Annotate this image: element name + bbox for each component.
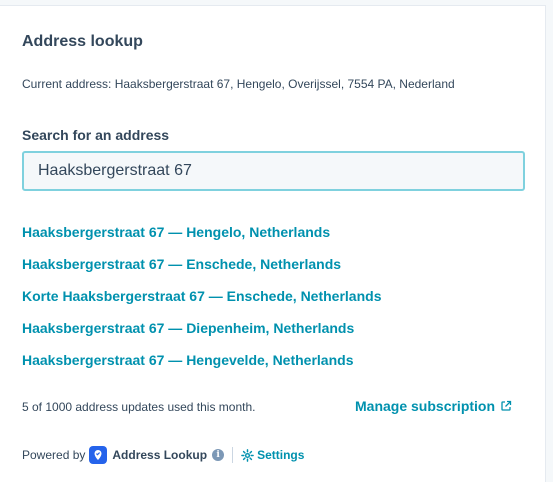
page-title: Address lookup xyxy=(22,33,143,50)
search-label: Search for an address xyxy=(22,127,170,143)
results-list: Haaksbergerstraat 67 — Hengelo, Netherla… xyxy=(22,216,381,376)
result-item[interactable]: Haaksbergerstraat 67 — Diepenheim, Nethe… xyxy=(22,312,381,344)
brand-name: Address Lookup xyxy=(112,448,208,462)
result-item[interactable]: Haaksbergerstraat 67 — Enschede, Netherl… xyxy=(22,248,381,280)
result-item[interactable]: Korte Haaksbergerstraat 67 — Enschede, N… xyxy=(22,280,381,312)
external-link-icon xyxy=(501,400,512,411)
settings-label: Settings xyxy=(257,448,305,462)
manage-subscription-label: Manage subscription xyxy=(355,398,496,414)
usage-text: 5 of 1000 address updates used this mont… xyxy=(22,400,256,414)
manage-subscription-link[interactable]: Manage subscription xyxy=(355,398,512,414)
location-pin-icon xyxy=(89,446,108,464)
result-item[interactable]: Haaksbergerstraat 67 — Hengevelde, Nethe… xyxy=(22,344,381,376)
address-lookup-panel: Address lookup Current address: Haaksber… xyxy=(0,5,546,482)
settings-link[interactable]: Settings xyxy=(241,448,304,462)
search-input[interactable] xyxy=(22,151,525,191)
result-item[interactable]: Haaksbergerstraat 67 — Hengelo, Netherla… xyxy=(22,216,381,248)
current-address: Current address: Haaksbergerstraat 67, H… xyxy=(22,77,455,91)
footer-divider xyxy=(232,447,234,463)
gear-icon xyxy=(241,448,254,462)
info-icon[interactable]: i xyxy=(212,449,225,461)
footer: Powered by Address Lookup i Settings xyxy=(22,446,304,464)
powered-by-label: Powered by xyxy=(22,448,86,462)
